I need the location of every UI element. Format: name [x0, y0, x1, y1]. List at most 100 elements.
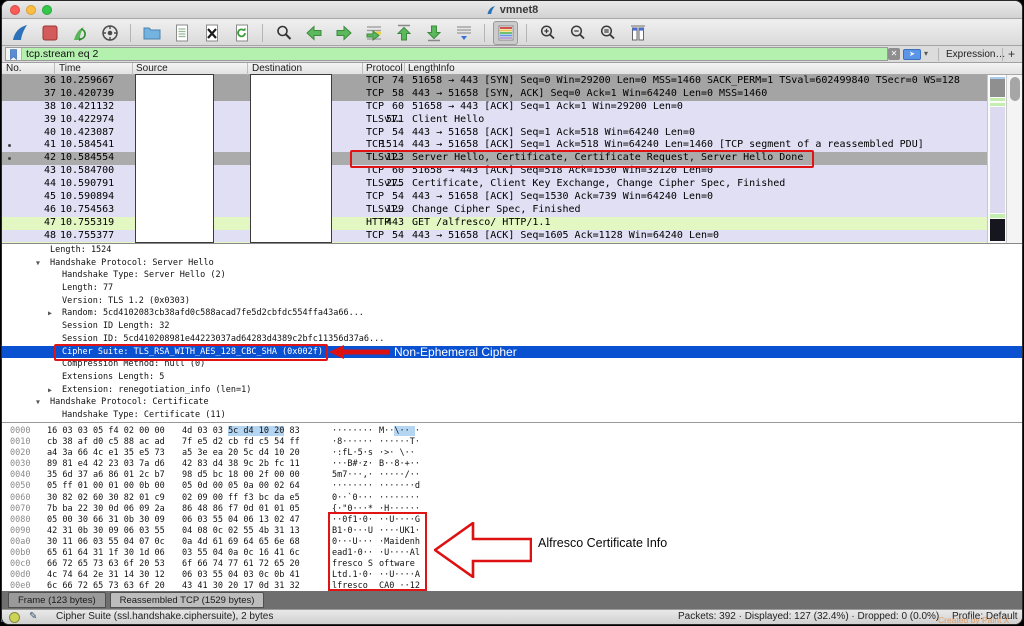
h-b2: 43 41 30 20 17 0d 31 32 — [182, 581, 300, 591]
h-off: 0090 — [10, 526, 30, 537]
hex-row-0020[interactable]: 0020a4 3a 66 4c e1 35 e5 73a5 3e ea 20 5… — [2, 448, 1022, 459]
h-a1: ········ — [332, 426, 373, 437]
expand-icon[interactable]: ▶ — [48, 384, 52, 397]
hex-row-0040[interactable]: 004035 6d 37 a6 86 01 2c b798 d5 bc 18 0… — [2, 470, 1022, 481]
collapse-icon[interactable]: ▼ — [36, 257, 40, 270]
cell-len: 129 — [358, 204, 404, 217]
cell-len: 571 — [358, 114, 404, 127]
detail-line[interactable]: Session ID Length: 32 — [2, 320, 1022, 333]
window-title-wrap: vmnet8 — [486, 4, 539, 16]
h-off: 0050 — [10, 481, 30, 492]
h-b1: 30 11 06 03 55 04 07 0c — [47, 537, 165, 548]
tab-frame[interactable]: Frame (123 bytes) — [8, 592, 106, 608]
h-b2: 06 03 55 04 06 13 02 47 — [182, 515, 300, 526]
scrollbar-thumb[interactable] — [1010, 77, 1020, 101]
detail-line[interactable]: Extensions Length: 5 — [2, 371, 1022, 384]
restart-capture-icon[interactable] — [67, 21, 92, 45]
detail-text: Handshake Protocol: Certificate — [50, 396, 209, 409]
expert-info-icon[interactable] — [9, 612, 20, 623]
cell-len: 443 — [358, 217, 404, 230]
close-window-button[interactable] — [10, 5, 20, 15]
go-to-packet-icon[interactable] — [361, 21, 386, 45]
find-packet-icon[interactable] — [271, 21, 296, 45]
filter-dropdown-caret[interactable]: ▾ — [924, 49, 928, 58]
detail-line[interactable]: ▼ Handshake Protocol: Certificate — [2, 396, 1022, 409]
column-header-no[interactable]: No. — [6, 63, 22, 75]
column-separator[interactable] — [404, 63, 405, 75]
save-file-icon[interactable] — [169, 21, 194, 45]
previous-packet-icon[interactable] — [301, 21, 326, 45]
h-b1: 66 72 65 73 63 6f 20 53 — [47, 559, 165, 570]
hex-row-0070[interactable]: 00707b ba 22 30 0d 06 09 2a86 48 86 f7 0… — [2, 504, 1022, 515]
hex-row-00e0[interactable]: 00e06c 66 72 65 73 63 6f 2043 41 30 20 1… — [2, 581, 1022, 591]
first-packet-icon[interactable] — [391, 21, 416, 45]
column-separator[interactable] — [54, 63, 55, 75]
capture-comment-icon[interactable]: ✎ — [29, 610, 37, 624]
column-header-time[interactable]: Time — [59, 63, 81, 75]
hex-row-0010[interactable]: 0010cb 38 af d0 c5 88 ac ad7f e5 d2 cb f… — [2, 437, 1022, 448]
reload-file-icon[interactable] — [229, 21, 254, 45]
minimize-window-button[interactable] — [26, 5, 36, 15]
h-b1: a4 3a 66 4c e1 35 e5 73 — [47, 448, 165, 459]
start-capture-icon[interactable] — [7, 21, 32, 45]
cell-no: 43 — [2, 165, 56, 178]
detail-line[interactable]: ▶Extension: renegotiation_info (len=1) — [2, 384, 1022, 397]
expression-button[interactable]: Expression… — [946, 49, 1005, 60]
resize-columns-icon[interactable] — [625, 21, 650, 45]
capture-options-icon[interactable] — [97, 21, 122, 45]
filter-bookmark-icon[interactable] — [6, 48, 22, 60]
wireshark-window: vmnet8 ✕ ➤ ▾ — [2, 1, 1022, 624]
window-title: vmnet8 — [500, 4, 539, 16]
stop-capture-icon[interactable] — [37, 21, 62, 45]
expand-icon[interactable]: ▶ — [48, 307, 52, 320]
cell-info: Change Cipher Spec, Finished — [412, 204, 581, 217]
zoom-in-icon[interactable] — [535, 21, 560, 45]
colorize-icon[interactable] — [493, 21, 518, 45]
column-separator[interactable] — [247, 63, 248, 75]
detail-line[interactable]: Version: TLS 1.2 (0x0303) — [2, 295, 1022, 308]
h-off: 0000 — [10, 426, 30, 437]
detail-line[interactable]: Length: 1524 — [2, 244, 1022, 257]
h-off: 0040 — [10, 470, 30, 481]
open-file-icon[interactable] — [139, 21, 164, 45]
column-header-protocol[interactable]: Protocol — [366, 63, 403, 75]
tab-reassembled-tcp[interactable]: Reassembled TCP (1529 bytes) — [110, 592, 265, 608]
filter-clear-icon[interactable]: ✕ — [888, 48, 900, 60]
column-header-info[interactable]: Info — [438, 63, 455, 75]
cell-info: GET /alfresco/ HTTP/1.1 — [412, 217, 550, 230]
filter-input[interactable] — [22, 48, 887, 60]
detail-line[interactable]: Handshake Type: Certificate (11) — [2, 409, 1022, 422]
hex-row-0050[interactable]: 005005 ff 01 00 01 00 0b 0005 0d 00 05 0… — [2, 481, 1022, 492]
cell-time: 10.754563 — [60, 204, 114, 217]
zoom-out-icon[interactable] — [565, 21, 590, 45]
add-filter-button[interactable]: + — [1008, 47, 1015, 61]
redaction-box-destination — [250, 74, 332, 243]
cell-info: 51658 → 443 [ACK] Seq=1 Ack=1 Win=29200 … — [412, 101, 683, 114]
zoom-reset-icon[interactable] — [595, 21, 620, 45]
auto-scroll-icon[interactable] — [451, 21, 476, 45]
last-packet-icon[interactable] — [421, 21, 446, 45]
detail-line[interactable]: ▼Handshake Protocol: Server Hello — [2, 257, 1022, 270]
collapse-icon[interactable]: ▼ — [36, 396, 40, 409]
detail-line[interactable]: Handshake Type: Server Hello (2) — [2, 269, 1022, 282]
close-file-icon[interactable] — [199, 21, 224, 45]
column-separator[interactable] — [132, 63, 133, 75]
h-b1: cb 38 af d0 c5 88 ac ad — [47, 437, 165, 448]
detail-line[interactable]: ▶Random: 5cd4102083cb38afd0c588acad7fe5d… — [2, 307, 1022, 320]
hex-row-0060[interactable]: 006030 82 02 60 30 82 01 c902 09 00 ff f… — [2, 493, 1022, 504]
h-b2: 06 03 55 04 03 0c 0b 41 — [182, 570, 300, 581]
column-separator[interactable] — [433, 63, 434, 75]
h-a2: ·>· \·· — [379, 448, 420, 459]
filter-apply-icon[interactable]: ➤ — [903, 49, 921, 60]
column-header-length[interactable]: Length — [408, 63, 439, 75]
hex-row-0000[interactable]: 000016 03 03 05 f4 02 00 004d 03 03 5c d… — [2, 426, 1022, 437]
packet-list-scrollbar[interactable] — [1006, 75, 1022, 243]
zoom-window-button[interactable] — [42, 5, 52, 15]
wireshark-fin-icon — [486, 4, 496, 16]
detail-line[interactable]: Length: 77 — [2, 282, 1022, 295]
next-packet-icon[interactable] — [331, 21, 356, 45]
cell-info: 443 → 51658 [ACK] Seq=1 Ack=518 Win=6424… — [412, 127, 695, 140]
cell-len: 74 — [358, 75, 404, 88]
hex-row-0030[interactable]: 003089 81 e4 42 23 03 7a d642 83 d4 38 9… — [2, 459, 1022, 470]
column-separator[interactable] — [362, 63, 363, 75]
